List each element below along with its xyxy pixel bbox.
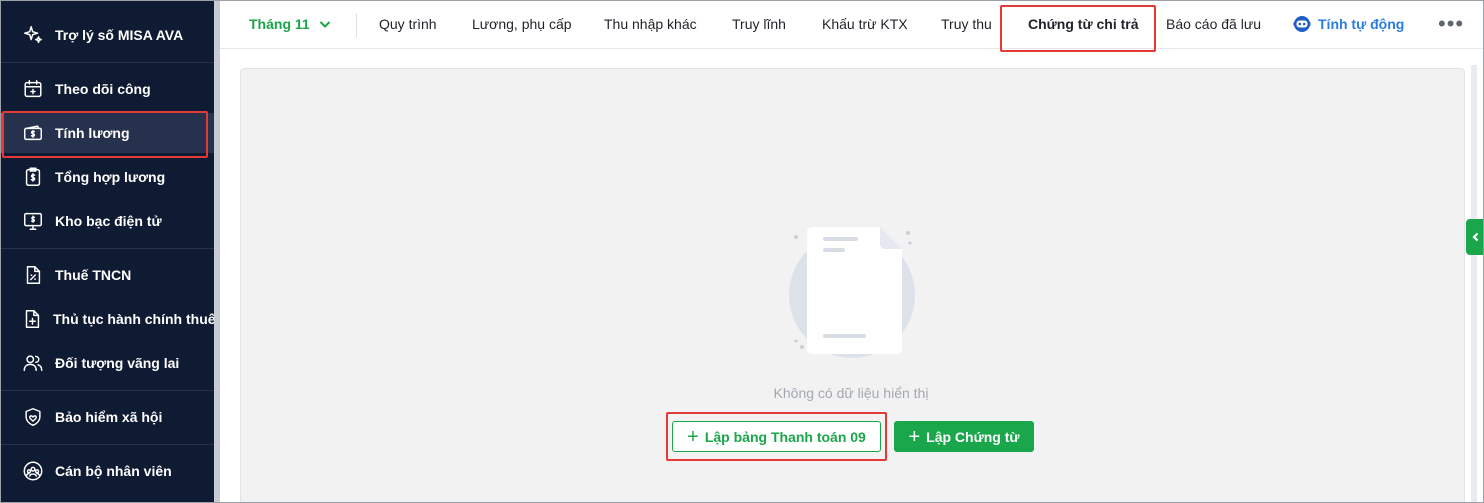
tab-other-income[interactable]: Thu nhập khác (604, 1, 697, 47)
app-window: Trợ lý số MISA AVA Theo dõi công Tính lư… (0, 0, 1484, 503)
plus-icon: + (908, 425, 921, 448)
sidebar-item-attendance[interactable]: Theo dõi công (1, 69, 214, 109)
auto-calculate-label: Tính tự động (1318, 16, 1405, 32)
sidebar-item-label: Cán bộ nhân viên (55, 463, 172, 479)
calendar-icon (21, 77, 45, 101)
sidebar-item-label: Bảo hiểm xã hội (55, 409, 163, 425)
tab-recovery[interactable]: Truy thu (941, 1, 992, 47)
sidebar-item-label: Trợ lý số MISA AVA (55, 27, 184, 43)
sidebar-item-label: Theo dõi công (55, 81, 151, 97)
content-scrollbar[interactable] (1471, 65, 1477, 502)
create-payment-table-09-button[interactable]: + Lập bảng Thanh toán 09 (672, 421, 881, 452)
tab-process[interactable]: Quy trình (379, 1, 437, 47)
divider (1, 444, 214, 445)
plus-icon: + (687, 425, 699, 448)
sidebar-item-payroll-summary[interactable]: Tổng hợp lương (1, 157, 214, 197)
robot-icon (1293, 16, 1311, 32)
sidebar-item-e-treasury[interactable]: Kho bạc điện tử (1, 201, 214, 241)
divider (1, 248, 214, 249)
sidebar-item-visitors[interactable]: Đối tượng vãng lai (1, 343, 214, 383)
tab-saved-reports[interactable]: Báo cáo đã lưu (1166, 1, 1261, 47)
tab-ktx-deduction[interactable]: Khấu trừ KTX (822, 1, 908, 47)
top-tab-bar: Tháng 11 Quy trình Lương, phụ cấp Thu nh… (220, 1, 1483, 49)
sidebar-item-label: Tổng hợp lương (55, 169, 166, 185)
treasury-monitor-icon (21, 209, 45, 233)
more-menu-icon[interactable]: ••• (1438, 1, 1464, 47)
month-label: Tháng 11 (249, 16, 310, 32)
collapse-panel-button[interactable] (1466, 219, 1483, 255)
tab-salary-allowance[interactable]: Lương, phụ cấp (472, 1, 572, 47)
sidebar-item-staff[interactable]: Cán bộ nhân viên (1, 451, 214, 491)
tab-back-pay[interactable]: Truy lĩnh (732, 1, 786, 47)
divider (1, 62, 214, 63)
sidebar-item-social-insurance[interactable]: Bảo hiểm xã hội (1, 397, 214, 437)
shield-heart-icon (21, 405, 45, 429)
create-voucher-button[interactable]: + Lập Chứng từ (894, 421, 1034, 452)
users-icon (21, 351, 45, 375)
chevron-left-icon (1471, 232, 1478, 242)
sidebar: Trợ lý số MISA AVA Theo dõi công Tính lư… (1, 1, 216, 502)
month-selector[interactable]: Tháng 11 (249, 1, 332, 47)
payroll-summary-icon (21, 165, 45, 189)
staff-group-icon (21, 459, 45, 483)
sidebar-item-pit[interactable]: Thuế TNCN (1, 255, 214, 295)
sidebar-item-assistant[interactable]: Trợ lý số MISA AVA (1, 15, 214, 55)
sparkle-icon (21, 23, 45, 47)
divider (356, 13, 357, 37)
sidebar-item-tax-procedures[interactable]: Thủ tục hành chính thuế (1, 299, 216, 339)
money-icon (21, 121, 45, 145)
sidebar-item-label: Thuế TNCN (55, 267, 132, 283)
divider (1, 390, 214, 391)
empty-document-illustration (789, 227, 915, 358)
sidebar-item-label: Tính lương (55, 125, 130, 141)
sidebar-item-payroll[interactable]: Tính lương (1, 113, 214, 153)
sidebar-item-label: Thủ tục hành chính thuế (53, 311, 216, 327)
chevron-down-icon (319, 21, 330, 28)
file-plus-icon (21, 307, 43, 331)
auto-calculate-button[interactable]: Tính tự động (1292, 1, 1404, 47)
sidebar-item-label: Đối tượng vãng lai (55, 355, 180, 371)
sidebar-item-label: Kho bạc điện tử (55, 213, 162, 229)
button-label: Lập Chứng từ (926, 428, 1020, 445)
sidebar-scrollbar[interactable] (214, 1, 220, 502)
tab-payment-vouchers[interactable]: Chứng từ chi trả (1028, 1, 1139, 47)
empty-state-message: Không có dữ liệu hiển thị (773, 385, 929, 401)
button-label: Lập bảng Thanh toán 09 (704, 428, 866, 445)
tax-document-icon (21, 263, 45, 287)
